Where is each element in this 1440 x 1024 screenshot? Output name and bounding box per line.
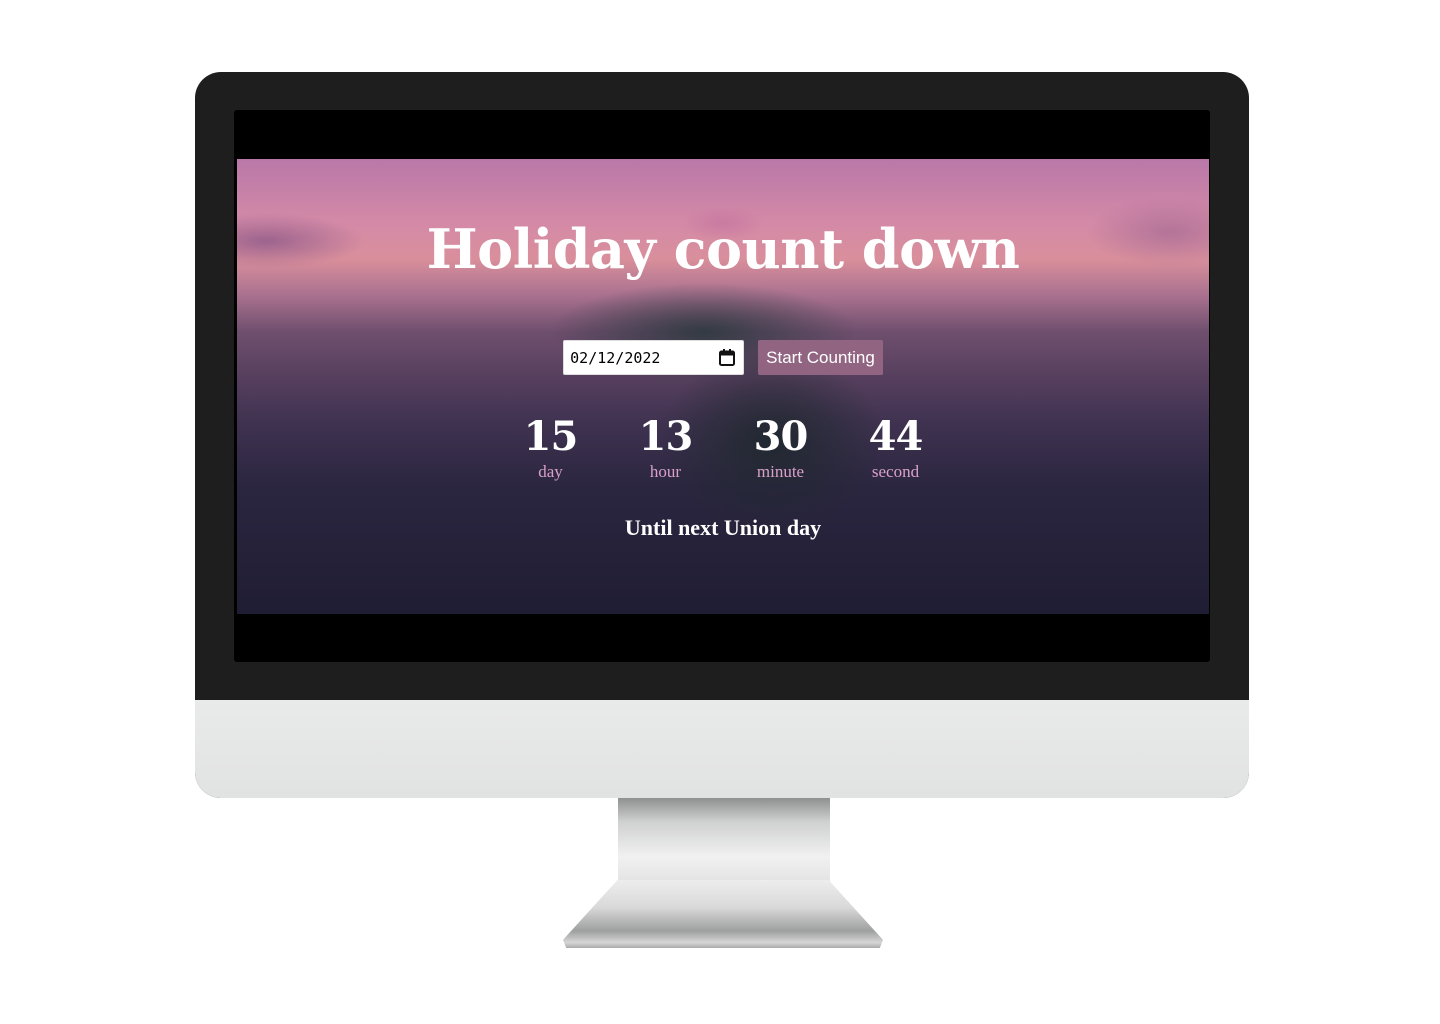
date-input[interactable]: 02/12/2022 (563, 340, 745, 375)
countdown-controls: 02/12/2022 Start Counting (237, 340, 1209, 375)
countdown-minutes: 30 minute (723, 411, 838, 481)
hours-label: hour (649, 462, 682, 481)
start-counting-button[interactable]: Start Counting (758, 340, 883, 375)
days-label: day (538, 462, 563, 481)
screen: Holiday count down 02/12/2022 Start Coun… (234, 110, 1210, 662)
imac-monitor: Holiday count down 02/12/2022 Start Coun… (195, 72, 1249, 798)
countdown-days: 15 day (493, 411, 608, 481)
until-text: Until next Union day (624, 515, 822, 540)
monitor-chin (195, 700, 1249, 798)
calendar-icon[interactable] (719, 349, 736, 366)
countdown-display: 15 day 13 hour 30 minute 44 second (237, 411, 1209, 481)
web-page: Holiday count down 02/12/2022 Start Coun… (237, 159, 1209, 614)
monitor-stand-base (563, 880, 883, 948)
minutes-label: minute (756, 462, 805, 481)
seconds-value: 44 (868, 413, 924, 460)
countdown-hours: 13 hour (608, 411, 723, 481)
hours-value: 13 (638, 413, 694, 460)
page-title: Holiday count down (426, 217, 1020, 281)
minutes-value: 30 (753, 413, 809, 460)
date-value: 02/12/2022 (570, 348, 661, 367)
countdown-seconds: 44 second (838, 411, 953, 481)
days-value: 15 (523, 413, 579, 460)
seconds-label: second (871, 462, 920, 481)
